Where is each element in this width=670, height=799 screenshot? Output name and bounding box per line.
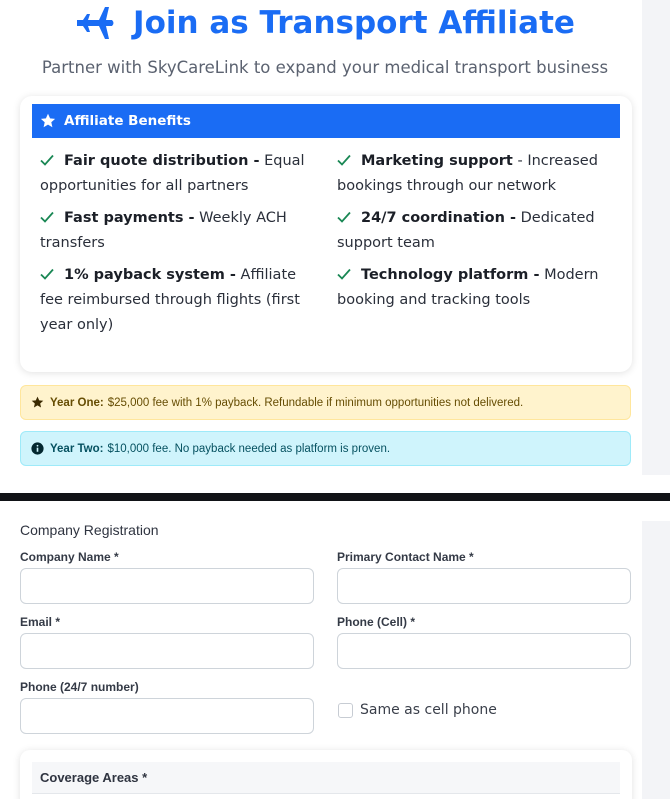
check-icon [40, 268, 54, 280]
year-one-label: Year One: [50, 396, 104, 409]
phone-cell-input[interactable] [337, 633, 631, 669]
page-subtitle: Partner with SkyCareLink to expand your … [41, 58, 609, 77]
primary-contact-input[interactable] [337, 568, 631, 604]
year-two-alert: Year Two: $10,000 fee. No payback needed… [20, 431, 631, 466]
divider [0, 475, 670, 493]
year-two-text: $10,000 fee. No payback needed as platfo… [107, 442, 391, 455]
primary-contact-label: Primary Contact Name * [337, 550, 474, 564]
phone-cell-label: Phone (Cell) * [337, 615, 416, 629]
benefit-item: Marketing support - Increased bookings t… [337, 149, 612, 199]
coverage-title: Coverage Areas * [32, 762, 620, 794]
year-two-label: Year Two: [50, 442, 104, 455]
benefits-header-label: Affiliate Benefits [64, 113, 191, 129]
benefit-title: Fast payments - [64, 210, 195, 226]
star-icon [40, 113, 56, 128]
same-as-cell-checkbox[interactable] [338, 703, 353, 718]
check-icon [337, 154, 351, 166]
benefit-item: 24/7 coordination - Dedicated support te… [337, 206, 612, 256]
email-field[interactable] [20, 633, 314, 669]
company-name-input[interactable] [20, 568, 314, 604]
benefit-title: Technology platform - [361, 267, 540, 283]
phone-247-label: Phone (24/7 number) [20, 680, 139, 694]
check-icon [337, 268, 351, 280]
benefit-title: Marketing support [361, 153, 513, 169]
company-name-label: Company Name * [20, 550, 119, 564]
page: Join as Transport Affiliate Partner with… [0, 0, 670, 799]
page-title-text: Join as Transport Affiliate [133, 5, 575, 41]
panel-shade [642, 521, 670, 799]
check-icon [40, 154, 54, 166]
phone-247-input[interactable] [20, 698, 314, 734]
section-title: Company Registration [20, 522, 159, 538]
check-icon [337, 211, 351, 223]
year-one-text: $25,000 fee with 1% payback. Refundable … [107, 396, 524, 409]
benefit-item: 1% payback system - Affiliate fee reimbu… [40, 263, 315, 338]
benefit-item: Fair quote distribution - Equal opportun… [40, 149, 315, 199]
benefit-title: 1% payback system - [64, 267, 236, 283]
plane-icon [77, 7, 114, 39]
info-icon [31, 442, 44, 455]
year-one-alert: Year One: $25,000 fee with 1% payback. R… [20, 385, 631, 420]
star-icon [31, 396, 44, 408]
benefit-title: 24/7 coordination - [361, 210, 516, 226]
divider [0, 493, 670, 501]
page-title: Join as Transport Affiliate [0, 0, 650, 46]
benefit-title: Fair quote distribution - [64, 153, 260, 169]
benefit-item: Fast payments - Weekly ACH transfers [40, 206, 315, 256]
check-icon [40, 211, 54, 223]
benefits-header: Affiliate Benefits [32, 104, 620, 138]
email-label: Email * [20, 615, 61, 629]
divider [0, 501, 670, 521]
same-as-cell-label[interactable]: Same as cell phone [360, 702, 497, 718]
benefit-item: Technology platform - Modern booking and… [337, 263, 612, 313]
